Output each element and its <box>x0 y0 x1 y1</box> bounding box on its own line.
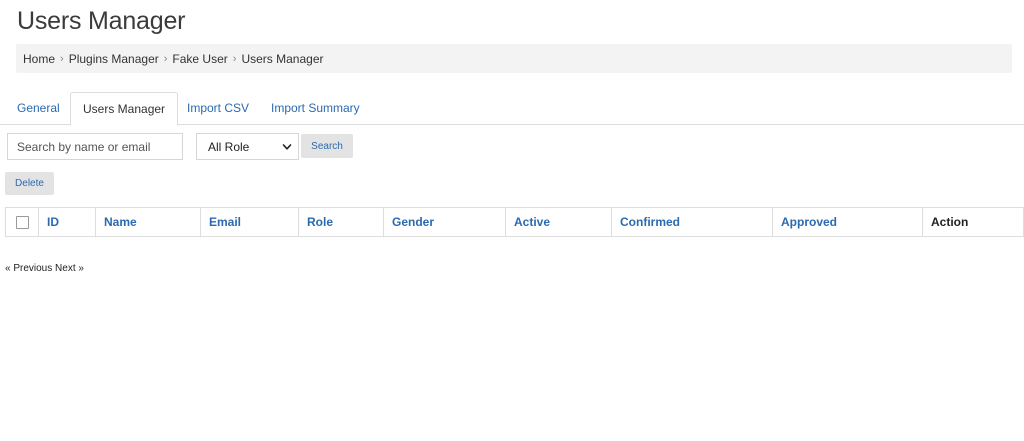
select-all-cell <box>6 208 39 237</box>
page-title: Users Manager <box>17 7 186 35</box>
tab-general[interactable]: General <box>17 92 60 125</box>
breadcrumb-separator-icon: › <box>163 52 168 65</box>
breadcrumb: Home › Plugins Manager › Fake User › Use… <box>16 44 1012 73</box>
breadcrumb-separator-icon: › <box>60 52 64 65</box>
search-button[interactable]: Search <box>301 134 353 158</box>
breadcrumb-item-home[interactable]: Home <box>23 52 55 66</box>
column-header-gender[interactable]: Gender <box>383 207 506 237</box>
tab-bar: General Users Manager Import CSV Import … <box>0 92 1024 126</box>
tab-import-csv[interactable]: Import CSV <box>187 92 249 125</box>
pagination: « Previous Next » <box>5 263 84 274</box>
users-table: ID Name Email Role Gender Active Confirm… <box>5 207 1024 237</box>
tab-users-manager[interactable]: Users Manager <box>70 92 179 126</box>
select-all-checkbox[interactable] <box>15 215 29 229</box>
chevron-down-icon <box>282 144 292 150</box>
breadcrumb-item-fake-user[interactable]: Fake User <box>172 52 227 66</box>
column-header-id[interactable]: ID <box>38 207 96 237</box>
breadcrumb-item-users-manager: Users Manager <box>241 51 324 66</box>
breadcrumb-item-plugins-manager[interactable]: Plugins Manager <box>69 52 159 66</box>
column-header-active[interactable]: Active <box>505 207 612 237</box>
role-select[interactable]: All Role <box>196 133 299 160</box>
role-select-value: All Role <box>208 139 250 154</box>
column-header-role[interactable]: Role <box>298 207 384 237</box>
next-page-link[interactable]: Next » <box>55 263 84 274</box>
delete-button[interactable]: Delete <box>5 172 54 195</box>
column-header-approved[interactable]: Approved <box>772 207 923 237</box>
column-header-action: Action <box>922 207 1024 237</box>
column-header-confirmed[interactable]: Confirmed <box>611 207 773 237</box>
column-header-email[interactable]: Email <box>200 207 299 237</box>
previous-page-link[interactable]: « Previous <box>5 263 52 274</box>
table-header-row: ID Name Email Role Gender Active Confirm… <box>6 207 1024 237</box>
tab-import-summary[interactable]: Import Summary <box>271 92 360 125</box>
search-input[interactable] <box>7 133 183 160</box>
breadcrumb-separator-icon: › <box>232 52 237 65</box>
column-header-name[interactable]: Name <box>95 207 201 237</box>
